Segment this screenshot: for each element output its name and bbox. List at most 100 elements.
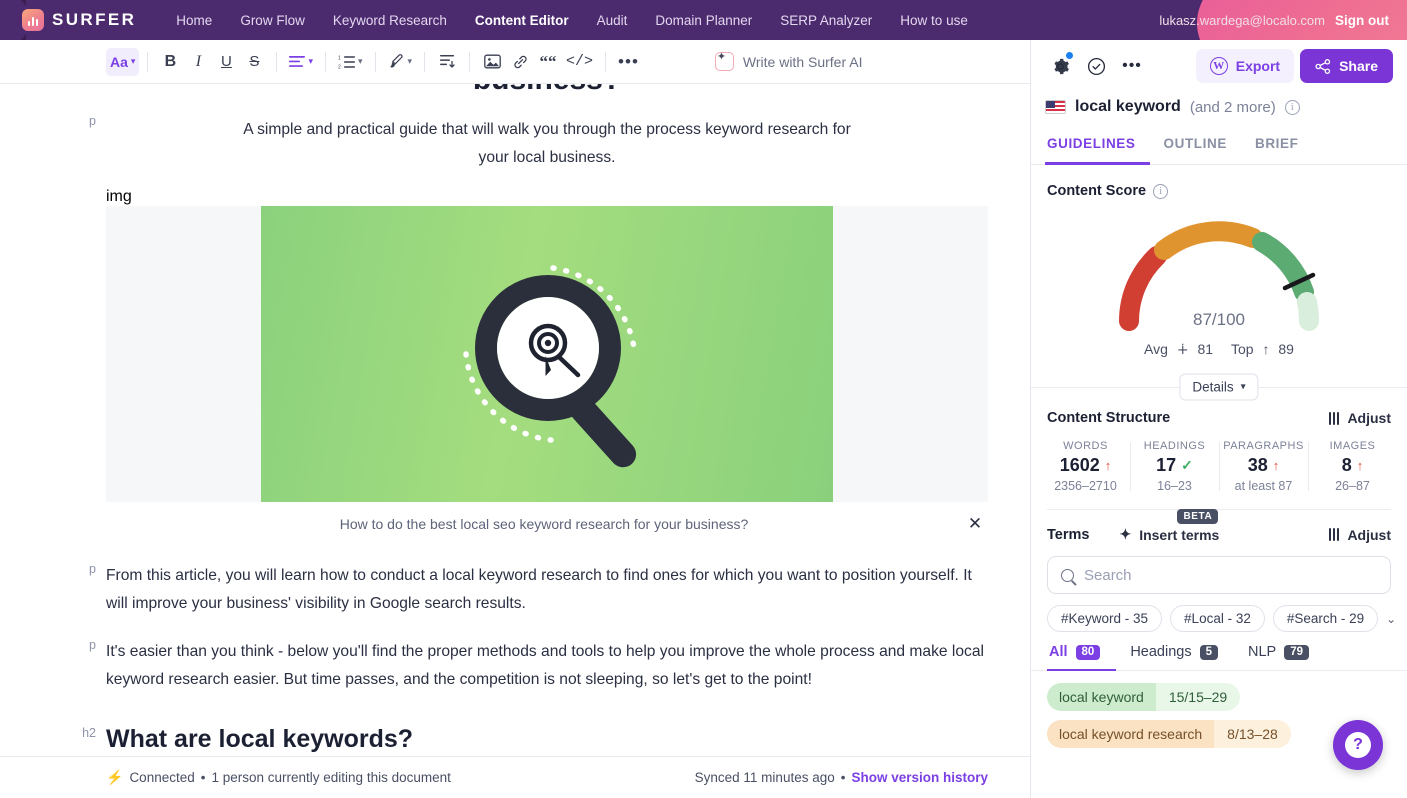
ordered-list-button[interactable]: 12 ▾ xyxy=(334,48,367,76)
block-tag-p: p xyxy=(89,562,96,576)
panel-more-button[interactable]: ••• xyxy=(1117,51,1147,81)
toolbar-divider xyxy=(424,51,426,72)
editing-presence-text: 1 person currently editing this document xyxy=(211,770,451,785)
settings-button[interactable] xyxy=(1045,51,1075,81)
block-paragraph-2[interactable]: p From this article, you will learn how … xyxy=(0,558,1030,618)
details-toggle-button[interactable]: Details ▾ xyxy=(1179,373,1259,401)
sliders-icon xyxy=(1329,528,1340,541)
block-heading-2[interactable]: h2 What are local keywords? xyxy=(0,716,1030,756)
document-canvas[interactable]: business? p A simple and practical guide… xyxy=(0,84,1030,756)
terms-header: Terms BETA ✦ Insert terms Adjust xyxy=(1031,509,1407,543)
avg-label: Avg xyxy=(1144,341,1168,357)
toolbar-divider xyxy=(324,51,326,72)
blockquote-button[interactable]: ““ xyxy=(534,48,562,76)
content-score-value: 87 xyxy=(1192,310,1212,329)
font-style-button[interactable]: Aa ▾ xyxy=(106,47,140,76)
stat-images: IMAGES 8 ↑ 26–87 xyxy=(1308,440,1397,493)
term-item[interactable]: local keyword research 8/13–28 xyxy=(1047,720,1291,748)
section-heading: What are local keywords? xyxy=(106,725,414,753)
info-icon[interactable]: i xyxy=(1153,183,1169,199)
nav-item-content-editor[interactable]: Content Editor xyxy=(461,13,583,28)
tab-guidelines[interactable]: GUIDELINES xyxy=(1045,130,1150,165)
insert-link-button[interactable] xyxy=(506,48,534,76)
info-icon[interactable]: i xyxy=(1284,99,1300,115)
structure-adjust-button[interactable]: Adjust xyxy=(1329,410,1391,426)
wordpress-icon: W xyxy=(1209,57,1228,75)
block-paragraph-intro[interactable]: p A simple and practical guide that will… xyxy=(0,110,1030,172)
document-heading-cut: business? xyxy=(0,84,1030,96)
stat-range: at least 87 xyxy=(1234,479,1293,493)
italic-button[interactable]: I xyxy=(184,48,212,76)
status-separator: • xyxy=(840,770,846,785)
surfer-logo[interactable]: SURFER xyxy=(22,9,136,31)
write-with-surfer-ai-button[interactable]: Write with Surfer AI xyxy=(714,50,862,71)
block-tag-p: p xyxy=(89,638,96,652)
paragraph-text: A simple and practical guide that will w… xyxy=(243,121,851,166)
share-button[interactable]: Share xyxy=(1300,49,1393,83)
block-paragraph-3[interactable]: p It's easier than you think - below you… xyxy=(0,634,1030,694)
stat-value-row: 1602 ↑ xyxy=(1045,455,1126,476)
close-icon[interactable]: ✕ xyxy=(962,514,988,534)
surfer-logo-icon xyxy=(22,9,44,31)
indent-button[interactable] xyxy=(433,48,461,76)
nav-item-domain-planner[interactable]: Domain Planner xyxy=(641,13,766,28)
stat-value: 38 xyxy=(1247,455,1268,475)
structure-adjust-label: Adjust xyxy=(1347,410,1391,426)
nav-item-grow-flow[interactable]: Grow Flow xyxy=(226,13,319,28)
additional-keywords-count: (and 2 more) xyxy=(1189,98,1276,116)
tab-brief[interactable]: BRIEF xyxy=(1241,130,1313,165)
tab-outline[interactable]: OUTLINE xyxy=(1150,130,1241,165)
terms-tab-headings[interactable]: Headings 5 xyxy=(1130,644,1234,671)
terms-adjust-button[interactable]: Adjust xyxy=(1329,527,1391,543)
terms-search-box[interactable] xyxy=(1047,556,1391,594)
terms-adjust-label: Adjust xyxy=(1347,526,1391,543)
keyword-header: local keyword (and 2 more) i xyxy=(1031,92,1407,130)
more-options-button[interactable]: ••• xyxy=(614,48,643,76)
code-block-button[interactable]: </> xyxy=(562,48,597,76)
ellipsis-icon: ••• xyxy=(1122,57,1142,74)
insert-image-button[interactable] xyxy=(478,48,506,76)
surfer-logo-text: SURFER xyxy=(52,10,137,29)
chip-local[interactable]: #Local - 32 xyxy=(1170,605,1265,632)
chip-keyword[interactable]: #Keyword - 35 xyxy=(1047,605,1163,632)
chip-search[interactable]: #Search - 29 xyxy=(1272,605,1379,632)
nav-item-keyword-research[interactable]: Keyword Research xyxy=(319,13,461,28)
top-benchmark: Top ↑ 89 xyxy=(1231,341,1294,358)
block-image[interactable]: img How to do the best local seo keyword… xyxy=(0,188,1030,534)
arrow-up-icon: ↑ xyxy=(1104,458,1112,473)
show-version-history-link[interactable]: Show version history xyxy=(851,770,988,785)
content-structure-stats: WORDS 1602 ↑ 2356–2710 HEADINGS 17 ✓ 16–23… xyxy=(1031,426,1407,493)
content-score-gauge: 87/100 Avg ∔ 81 Top ↑ 89 xyxy=(1031,203,1407,357)
highlight-button[interactable]: ▾ xyxy=(384,48,417,76)
search-input[interactable] xyxy=(1084,566,1377,584)
insert-terms-button[interactable]: BETA ✦ Insert terms xyxy=(1119,509,1219,543)
term-item[interactable]: local keyword 15/15–29 xyxy=(1047,683,1241,711)
question-mark-icon: ? xyxy=(1345,732,1371,758)
terms-tab-all[interactable]: All 80 xyxy=(1047,644,1117,671)
nav-item-serp-analyzer[interactable]: SERP Analyzer xyxy=(766,13,886,28)
nav-item-home[interactable]: Home xyxy=(162,13,226,28)
chevron-down-icon[interactable]: ⌄ xyxy=(1386,612,1396,626)
term-usage: 15/15–29 xyxy=(1155,683,1241,711)
svg-text:1: 1 xyxy=(338,55,341,61)
help-button[interactable]: ? xyxy=(1333,720,1383,770)
stat-value: 1602 xyxy=(1059,455,1100,475)
nav-item-how-to-use[interactable]: How to use xyxy=(886,13,982,28)
sign-out-link[interactable]: Sign out xyxy=(1335,13,1389,28)
export-button[interactable]: W Export xyxy=(1195,49,1295,83)
checks-button[interactable] xyxy=(1081,51,1111,81)
terms-tab-nlp[interactable]: NLP 79 xyxy=(1248,644,1325,671)
nav-item-audit[interactable]: Audit xyxy=(583,13,642,28)
block-tag-h2: h2 xyxy=(82,726,96,740)
stat-words: WORDS 1602 ↑ 2356–2710 xyxy=(1041,440,1130,493)
terms-title: Terms xyxy=(1047,526,1090,543)
text-align-button[interactable]: ▾ xyxy=(285,48,317,76)
connection-bolt-icon: ⚡ xyxy=(106,769,124,785)
bold-button[interactable]: B xyxy=(156,48,184,76)
panel-scroll-area[interactable]: Content Score i 87/100 Avg ∔ 81 Top ↑ 89… xyxy=(1031,165,1407,798)
connection-status: Connected xyxy=(129,770,195,785)
underline-button[interactable]: U xyxy=(212,48,240,76)
check-circle-icon xyxy=(1087,57,1105,75)
stat-range: 2356–2710 xyxy=(1054,479,1117,493)
strikethrough-button[interactable]: S xyxy=(240,48,268,76)
